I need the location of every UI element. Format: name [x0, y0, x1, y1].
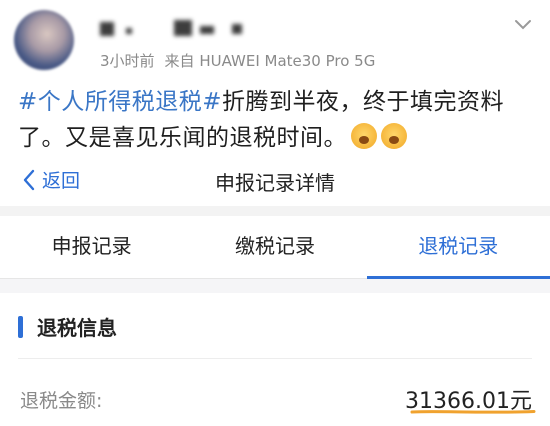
post-meta: 3小时前 来自 HUAWEI Mate30 Pro 5G [100, 50, 375, 71]
record-tabs: 申报记录 缴税记录 退税记录 [0, 216, 550, 279]
post-text-line2: 了。又是喜见乐闻的退税时间。 [18, 125, 347, 151]
post-text-line1: 折腾到半夜，终于填完资料 [222, 89, 505, 115]
post-device: 来自 HUAWEI Mate30 Pro 5G [164, 52, 376, 70]
blurred-username[interactable] [100, 16, 260, 42]
moved-face-emoji-icon [381, 123, 407, 149]
chevron-down-icon[interactable] [514, 18, 532, 32]
tab-tax-payment-records[interactable]: 缴税记录 [183, 216, 366, 278]
page-title: 申报记录详情 [215, 171, 335, 195]
section-gap [0, 279, 550, 293]
section-title: 退税信息 [37, 316, 117, 340]
user-avatar[interactable] [14, 10, 74, 70]
moved-face-emoji-icon [351, 123, 377, 149]
section-accent-bar [18, 315, 23, 338]
hashtag-link[interactable]: #个人所得税退税# [18, 89, 222, 115]
divider [0, 206, 550, 216]
tab-filing-records[interactable]: 申报记录 [0, 216, 183, 278]
refund-section-header: 退税信息 [18, 312, 117, 341]
refund-amount-label: 退税金额: [20, 390, 103, 412]
post-text: #个人所得税退税#折腾到半夜，终于填完资料 了。又是喜见乐闻的退税时间。 [18, 84, 534, 156]
nav-bar: 返回 申报记录详情 [0, 156, 550, 206]
post-time: 3小时前 [100, 52, 155, 70]
highlight-underline [410, 410, 536, 414]
divider [18, 358, 532, 359]
tab-refund-records[interactable]: 退税记录 [366, 216, 550, 279]
